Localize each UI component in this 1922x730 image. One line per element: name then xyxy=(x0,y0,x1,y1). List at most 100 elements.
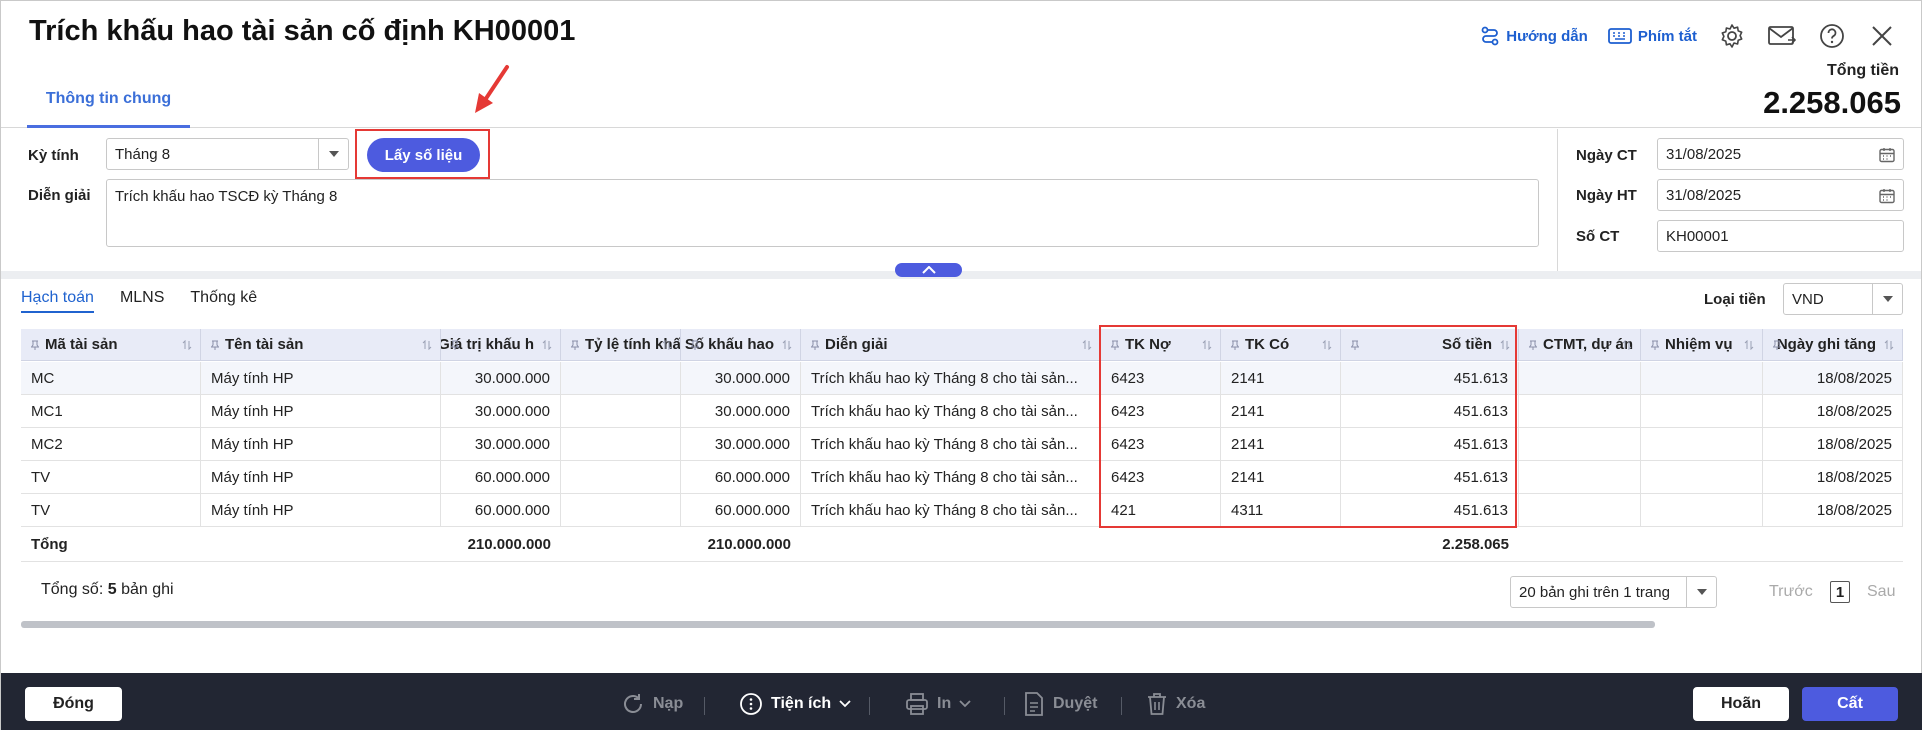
col-task-cell[interactable] xyxy=(1641,428,1763,460)
table-row[interactable]: MC2 Máy tính HP 30.000.000 30.000.000 Trích … xyxy=(21,428,1903,461)
next-page-button[interactable]: Sau xyxy=(1867,583,1895,601)
page-number-button[interactable]: 1 xyxy=(1830,581,1850,603)
col-increase-date-cell[interactable]: 18/08/2025 xyxy=(1763,395,1903,427)
col-asset-code-header[interactable]: Mã tài sản xyxy=(21,329,201,360)
col-asset-name-cell[interactable]: Máy tính HP xyxy=(201,395,441,427)
pin-icon[interactable] xyxy=(571,340,579,350)
tab-general-info[interactable]: Thông tin chung xyxy=(27,73,190,128)
col-asset-code-cell[interactable]: TV xyxy=(21,461,201,493)
col-depr-rate-header[interactable]: Tỷ lệ tính khấ xyxy=(561,329,681,360)
table-row[interactable]: MC1 Máy tính HP 30.000.000 30.000.000 Trích … xyxy=(21,395,1903,428)
col-asset-code-cell[interactable]: MC2 xyxy=(21,428,201,460)
col-asset-name-cell[interactable]: Máy tính HP xyxy=(201,494,441,526)
col-description-cell[interactable]: Trích khấu hao kỳ Tháng 8 cho tài sản... xyxy=(801,362,1101,394)
print-button[interactable]: In xyxy=(905,687,971,721)
col-project-cell[interactable] xyxy=(1519,395,1641,427)
col-depr-rate-cell[interactable] xyxy=(561,461,681,493)
col-asset-code-cell[interactable]: TV xyxy=(21,494,201,526)
col-original-value-cell[interactable]: 30.000.000 xyxy=(441,362,561,394)
close-form-button[interactable]: Đóng xyxy=(25,687,122,721)
col-task-cell[interactable] xyxy=(1641,395,1763,427)
col-asset-name-cell[interactable]: Máy tính HP xyxy=(201,362,441,394)
col-asset-name-header[interactable]: Tên tài sản xyxy=(201,329,441,360)
sort-icon[interactable] xyxy=(1744,340,1754,350)
col-depr-amount-cell[interactable]: 30.000.000 xyxy=(681,362,801,394)
col-depr-amount-cell[interactable]: 30.000.000 xyxy=(681,428,801,460)
tab-mlns[interactable]: MLNS xyxy=(120,289,164,313)
col-original-value-cell[interactable]: 60.000.000 xyxy=(441,494,561,526)
col-project-cell[interactable] xyxy=(1519,428,1641,460)
defer-button[interactable]: Hoãn xyxy=(1693,687,1789,721)
col-depr-rate-cell[interactable] xyxy=(561,395,681,427)
save-button[interactable]: Cất xyxy=(1802,687,1898,721)
currency-dropdown-button[interactable] xyxy=(1872,284,1902,314)
delete-button[interactable]: Xóa xyxy=(1146,687,1205,721)
col-depr-amount-cell[interactable]: 30.000.000 xyxy=(681,395,801,427)
pin-icon[interactable] xyxy=(31,340,39,350)
help-link[interactable]: Hướng dẫn xyxy=(1480,26,1588,46)
settings-button[interactable] xyxy=(1717,21,1747,51)
col-increase-date-cell[interactable]: 18/08/2025 xyxy=(1763,494,1903,526)
table-row[interactable]: MC Máy tính HP 30.000.000 30.000.000 Trích k… xyxy=(21,362,1903,395)
close-button[interactable] xyxy=(1867,21,1897,51)
sort-icon[interactable] xyxy=(422,340,432,350)
col-depr-rate-cell[interactable] xyxy=(561,362,681,394)
sort-icon[interactable] xyxy=(1082,340,1092,350)
col-depr-amount-cell[interactable]: 60.000.000 xyxy=(681,461,801,493)
col-asset-code-cell[interactable]: MC1 xyxy=(21,395,201,427)
col-depr-rate-cell[interactable] xyxy=(561,494,681,526)
help-button[interactable] xyxy=(1817,21,1847,51)
approve-button[interactable]: Duyệt xyxy=(1023,687,1097,721)
col-depr-rate-cell[interactable] xyxy=(561,428,681,460)
col-original-value-cell[interactable]: 60.000.000 xyxy=(441,461,561,493)
horizontal-scrollbar[interactable] xyxy=(21,621,1655,628)
col-task-cell[interactable] xyxy=(1641,494,1763,526)
pin-icon[interactable] xyxy=(811,340,819,350)
table-row[interactable]: TV Máy tính HP 60.000.000 60.000.000 Trích k… xyxy=(21,461,1903,494)
doc-no-input[interactable]: KH00001 xyxy=(1657,220,1904,252)
col-description-cell[interactable]: Trích khấu hao kỳ Tháng 8 cho tài sản... xyxy=(801,395,1101,427)
pin-icon[interactable] xyxy=(1773,340,1781,350)
sort-icon[interactable] xyxy=(182,340,192,350)
pin-icon[interactable] xyxy=(1651,340,1659,350)
sort-icon[interactable] xyxy=(782,340,792,350)
col-description-cell[interactable]: Trích khấu hao kỳ Tháng 8 cho tài sản... xyxy=(801,428,1101,460)
tab-accounting[interactable]: Hạch toán xyxy=(21,289,94,313)
col-task-cell[interactable] xyxy=(1641,362,1763,394)
period-dropdown-button[interactable] xyxy=(318,139,348,169)
pin-icon[interactable] xyxy=(1529,340,1537,350)
sort-icon[interactable] xyxy=(1622,340,1632,350)
sort-icon[interactable] xyxy=(542,340,552,350)
col-asset-name-cell[interactable]: Máy tính HP xyxy=(201,461,441,493)
page-size-dropdown-button[interactable] xyxy=(1686,577,1716,607)
col-asset-code-cell[interactable]: MC xyxy=(21,362,201,394)
table-row[interactable]: TV Máy tính HP 60.000.000 60.000.000 Trích k… xyxy=(21,494,1903,527)
prev-page-button[interactable]: Trước xyxy=(1769,583,1813,601)
sort-icon[interactable] xyxy=(662,340,672,350)
tab-statistics[interactable]: Thống kê xyxy=(190,289,257,313)
sort-icon[interactable] xyxy=(1884,340,1894,350)
col-increase-date-cell[interactable]: 18/08/2025 xyxy=(1763,362,1903,394)
utilities-button[interactable]: Tiện ích xyxy=(739,687,851,721)
pin-icon[interactable] xyxy=(211,340,219,350)
period-select[interactable]: Tháng 8 xyxy=(106,138,349,170)
col-depr-amount-header[interactable]: Số khấu hao xyxy=(681,329,801,360)
currency-select[interactable]: VND xyxy=(1783,283,1903,315)
pin-icon[interactable] xyxy=(691,340,699,350)
calendar-icon[interactable] xyxy=(1879,188,1895,204)
col-original-value-cell[interactable]: 30.000.000 xyxy=(441,395,561,427)
col-project-cell[interactable] xyxy=(1519,362,1641,394)
reload-button[interactable]: Nạp xyxy=(621,687,683,721)
page-size-select[interactable]: 20 bản ghi trên 1 trang xyxy=(1510,576,1717,608)
col-asset-name-cell[interactable]: Máy tính HP xyxy=(201,428,441,460)
col-description-cell[interactable]: Trích khấu hao kỳ Tháng 8 cho tài sản... xyxy=(801,461,1101,493)
col-increase-date-cell[interactable]: 18/08/2025 xyxy=(1763,428,1903,460)
col-original-value-cell[interactable]: 30.000.000 xyxy=(441,428,561,460)
col-task-header[interactable]: Nhiệm vụ xyxy=(1641,329,1763,360)
col-task-cell[interactable] xyxy=(1641,461,1763,493)
col-description-cell[interactable]: Trích khấu hao kỳ Tháng 8 cho tài sản... xyxy=(801,494,1101,526)
pin-icon[interactable] xyxy=(451,340,459,350)
col-increase-date-header[interactable]: Ngày ghi tăng xyxy=(1763,329,1903,360)
collapse-button[interactable] xyxy=(895,263,962,277)
col-project-header[interactable]: CTMT, dự án xyxy=(1519,329,1641,360)
